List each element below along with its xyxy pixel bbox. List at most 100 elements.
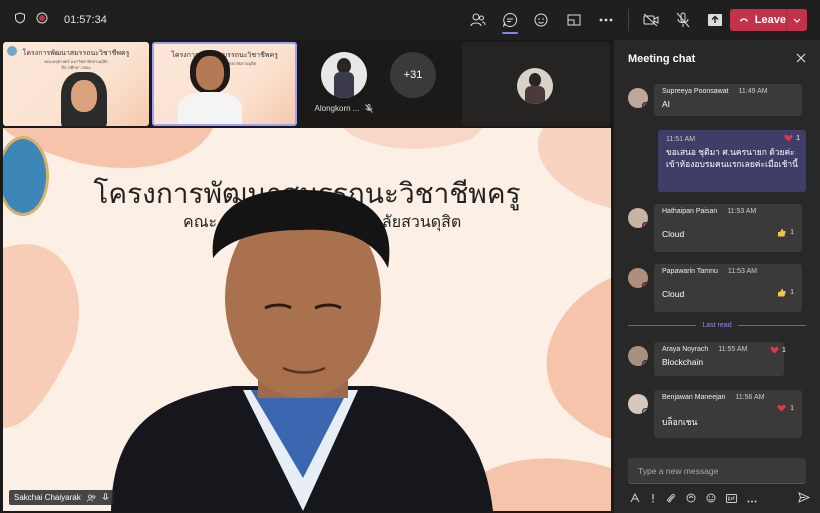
speaker-name: Sakchai Chaiyarak bbox=[14, 493, 81, 502]
close-icon[interactable] bbox=[796, 50, 806, 68]
participant-video bbox=[178, 92, 242, 124]
message-author: Hathaipan Paisan bbox=[662, 208, 718, 215]
avatar bbox=[321, 52, 367, 98]
avatar bbox=[628, 346, 648, 366]
thumbs-up-icon bbox=[778, 228, 786, 237]
share-content-button[interactable] bbox=[558, 0, 590, 40]
message-reaction: 1 bbox=[777, 228, 794, 237]
reactions-icon bbox=[534, 13, 548, 27]
message-reaction: 1 bbox=[784, 134, 800, 142]
message-time: 11:49 AM bbox=[738, 88, 768, 95]
heart-icon bbox=[770, 346, 779, 354]
heart-icon bbox=[777, 404, 786, 412]
message-text: AI bbox=[662, 99, 671, 109]
chat-message[interactable]: Benjawan Maneejan 11:56 AM บล็อกเชน 1 bbox=[628, 390, 806, 440]
tile-slide-year: ปีการศึกษา 2564 bbox=[61, 65, 91, 70]
recording-icon bbox=[36, 11, 48, 29]
people-icon bbox=[470, 13, 486, 27]
leave-label: Leave bbox=[754, 14, 786, 26]
phone-hangup-icon bbox=[739, 18, 748, 22]
shield-icon bbox=[14, 11, 26, 29]
mic-icon bbox=[102, 493, 109, 500]
mic-off-icon bbox=[676, 12, 690, 28]
avatar bbox=[628, 268, 648, 288]
reactions-button[interactable] bbox=[526, 0, 558, 40]
reaction-count: 1 bbox=[796, 134, 800, 142]
chat-message[interactable]: Araya Noyrach 11:55 AM Blockchain 1 bbox=[628, 342, 806, 378]
avatar bbox=[628, 88, 648, 108]
meeting-toolbar: 01:57:34 Leave bbox=[0, 0, 820, 40]
rooms-icon bbox=[567, 14, 581, 26]
chevron-down-icon bbox=[793, 18, 801, 23]
participant-name: Alongkorn ... bbox=[314, 104, 360, 113]
chat-icon bbox=[503, 12, 518, 27]
video-tile-active-speaker[interactable]: โครงการพัฒนาสมรรถนะวิชาชีพครู คณะครุศาสต… bbox=[152, 42, 297, 126]
leave-options-button[interactable] bbox=[786, 9, 807, 31]
avatar bbox=[628, 394, 648, 414]
thumbs-up-icon bbox=[778, 288, 786, 297]
attach-icon[interactable] bbox=[666, 490, 676, 508]
important-icon[interactable] bbox=[650, 490, 656, 508]
camera-toggle[interactable] bbox=[635, 0, 667, 40]
video-gallery: โครงการพัฒนาสมรรถนะวิชาชีพครู คณะครุศาสต… bbox=[0, 40, 614, 128]
meeting-timer: 01:57:34 bbox=[64, 14, 107, 26]
gif-icon[interactable] bbox=[726, 490, 737, 508]
participant-face bbox=[196, 56, 224, 90]
emoji-icon[interactable] bbox=[706, 490, 716, 508]
shared-screen: โครงการพัฒนาสมรรถนะวิชาชีพครู คณะ ทยาลัย… bbox=[3, 128, 611, 511]
compose-toolbar bbox=[630, 490, 811, 508]
participant-tile[interactable]: Alongkorn ... bbox=[310, 52, 378, 113]
message-text: Blockchain bbox=[662, 357, 704, 367]
loop-icon[interactable] bbox=[686, 490, 696, 508]
chat-title: Meeting chat bbox=[628, 53, 696, 65]
message-reaction: 1 bbox=[770, 346, 786, 354]
message-time: 11:56 AM bbox=[735, 394, 765, 401]
speaker-name-tag: Sakchai Chaiyarak bbox=[9, 490, 114, 505]
toolbar-divider bbox=[628, 9, 629, 31]
message-text: บล็อกเชน bbox=[662, 417, 698, 427]
message-text: Cloud bbox=[662, 229, 685, 239]
heart-icon bbox=[784, 134, 793, 142]
avatar bbox=[628, 208, 648, 228]
message-text: ขอเสนอ ชุติมา ศ.นครนายก ด้วยค่ะ เข้าห้อง… bbox=[666, 147, 798, 169]
overflow-count: +31 bbox=[390, 52, 436, 98]
reaction-count: 1 bbox=[790, 289, 794, 296]
message-time: 11:53 AM bbox=[727, 268, 757, 275]
chat-panel: Meeting chat Supreeya Poonsawat 11:49 AM … bbox=[614, 40, 820, 513]
format-icon[interactable] bbox=[630, 490, 640, 508]
people-button[interactable] bbox=[462, 0, 494, 40]
chat-button[interactable] bbox=[494, 0, 526, 40]
message-author: Araya Noyrach bbox=[662, 346, 709, 353]
overflow-participants-button[interactable]: +31 bbox=[390, 52, 436, 98]
message-input[interactable]: Type a new message bbox=[628, 458, 806, 484]
participant-face bbox=[71, 80, 97, 112]
more-icon[interactable] bbox=[747, 490, 757, 508]
message-time: 11:53 AM bbox=[727, 208, 757, 215]
reaction-count: 1 bbox=[782, 346, 786, 354]
chat-message[interactable]: Hathaipan Paisan 11:53 AM Cloud 1 bbox=[628, 204, 806, 256]
my-chat-message[interactable]: 11:51 AM ขอเสนอ ชุติมา ศ.นครนายก ด้วยค่ะ… bbox=[658, 130, 806, 192]
people-icon bbox=[86, 493, 96, 502]
video-tile[interactable]: โครงการพัฒนาสมรรถนะวิชาชีพครู คณะครุศาสต… bbox=[3, 42, 149, 126]
send-icon[interactable] bbox=[798, 490, 811, 508]
message-reaction: 1 bbox=[777, 288, 794, 297]
message-text: Cloud bbox=[662, 289, 685, 299]
message-author: Benjawan Maneejan bbox=[662, 394, 726, 401]
message-time: 11:55 AM bbox=[718, 346, 748, 353]
message-time: 11:51 AM bbox=[666, 136, 696, 143]
share-button[interactable] bbox=[699, 0, 731, 40]
camera-off-icon bbox=[643, 13, 659, 27]
logo-icon bbox=[7, 46, 17, 56]
message-author: Papawarin Tamnu bbox=[662, 268, 718, 275]
more-actions-button[interactable] bbox=[590, 0, 622, 40]
leave-button[interactable]: Leave bbox=[730, 9, 807, 31]
mic-toggle[interactable] bbox=[667, 0, 699, 40]
mic-off-icon bbox=[365, 104, 374, 113]
chat-message[interactable]: Papawarin Tamnu 11:53 AM Cloud 1 bbox=[628, 264, 806, 316]
participant-tile[interactable] bbox=[462, 42, 610, 126]
reaction-count: 1 bbox=[790, 229, 794, 236]
reaction-count: 1 bbox=[790, 404, 794, 412]
share-tray-icon bbox=[708, 14, 722, 26]
more-icon bbox=[599, 18, 613, 22]
speaker-video bbox=[111, 189, 493, 511]
